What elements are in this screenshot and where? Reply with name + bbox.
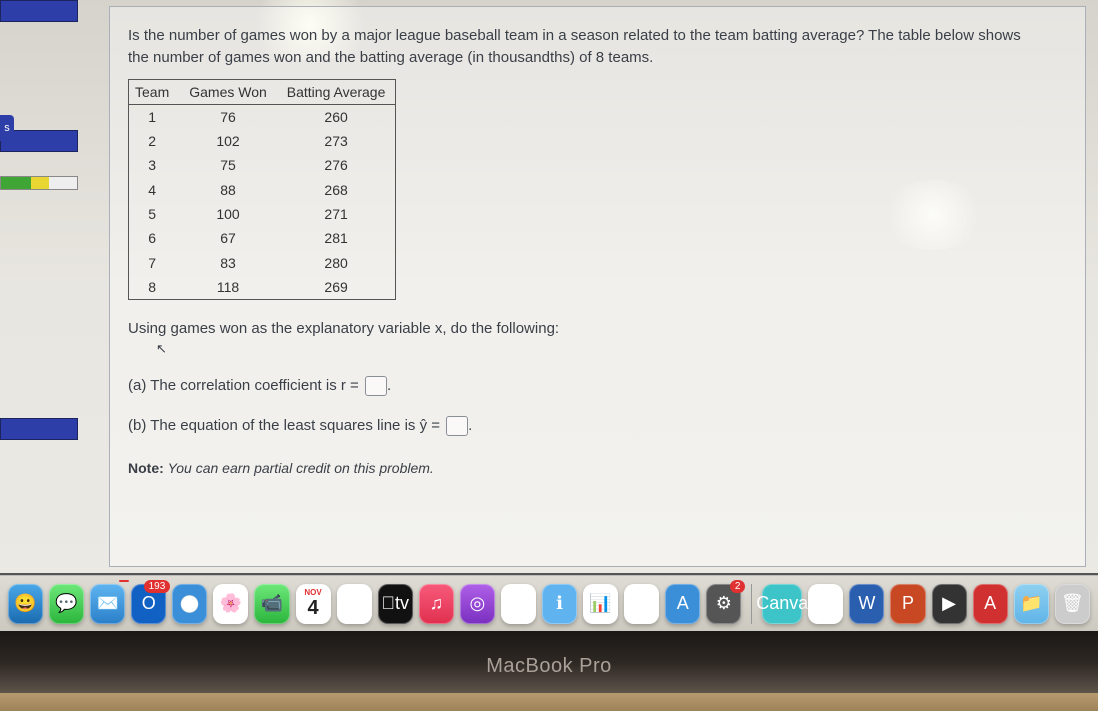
facetime-icon[interactable]: 📹 — [254, 584, 289, 624]
table-cell: 83 — [179, 251, 277, 275]
info-icon[interactable]: ℹ — [542, 584, 577, 624]
word-icon[interactable]: W — [849, 584, 884, 624]
table-cell: 100 — [179, 202, 277, 226]
table-cell: 67 — [179, 226, 277, 250]
calendar-icon[interactable]: NOV 4 — [296, 584, 331, 624]
table-cell: 268 — [277, 178, 396, 202]
table-cell: 276 — [277, 153, 396, 177]
table-row: 783280 — [129, 251, 396, 275]
finder-icon[interactable]: 😀 — [8, 584, 43, 624]
photos-icon[interactable]: 🌸 — [213, 584, 248, 624]
table-cell: 269 — [277, 275, 396, 300]
table-cell: 7 — [129, 251, 180, 275]
table-cell: 4 — [129, 178, 180, 202]
nav-block-1[interactable] — [0, 0, 78, 22]
microsoft-icon[interactable]: ▦ — [808, 584, 843, 624]
table-row: 8118269 — [129, 275, 396, 300]
trash-icon[interactable]: 🗑 — [1055, 584, 1090, 624]
table-row: 488268 — [129, 178, 396, 202]
table-cell: 3 — [129, 153, 180, 177]
answer-input-a[interactable] — [365, 376, 387, 396]
table-cell: 1 — [129, 104, 180, 129]
data-table: Team Games Won Batting Average 176260210… — [128, 79, 396, 301]
system-settings-icon[interactable]: ⚙ — [706, 584, 741, 624]
table-cell: 118 — [179, 275, 277, 300]
table-cell: 102 — [179, 129, 277, 153]
note-label: Note: — [128, 460, 164, 476]
table-row: 667281 — [129, 226, 396, 250]
table-row: 5100271 — [129, 202, 396, 226]
downloads-folder-icon[interactable]: 📁 — [1014, 584, 1049, 624]
table-cell: 5 — [129, 202, 180, 226]
table-cell: 76 — [179, 104, 277, 129]
problem-prompt: Is the number of games won by a major le… — [128, 25, 1065, 69]
desk-surface — [0, 693, 1098, 711]
table-cell: 260 — [277, 104, 396, 129]
canva-icon[interactable]: Canva — [762, 584, 802, 624]
browser-screen: s Is the number of games won by a major … — [0, 0, 1098, 575]
left-sidebar — [0, 0, 105, 573]
part-a: (a) The correlation coefficient is r = . — [128, 375, 1065, 397]
safari-icon[interactable] — [172, 584, 207, 624]
nav-block-3[interactable] — [0, 418, 78, 440]
acrobat-icon[interactable]: A — [973, 584, 1008, 624]
answer-input-b[interactable] — [446, 416, 468, 436]
instruction-line: Using games won as the explanatory varia… — [128, 318, 1065, 359]
table-row: 2102273 — [129, 129, 396, 153]
calendar-month: NOV — [304, 588, 321, 597]
prompt-line-2: the number of games won and the batting … — [128, 49, 653, 66]
dock-separator — [751, 584, 752, 624]
news-icon[interactable]: N — [501, 584, 536, 624]
col-games: Games Won — [179, 79, 277, 104]
note-text: You can earn partial credit on this prob… — [168, 460, 434, 476]
table-cell: 8 — [129, 275, 180, 300]
macos-dock: 😀 💬 ✉️ O 🌸 📹 NOV 4 ☰ tv ♫ ◎ N ℹ 📊 ✎ A ⚙… — [0, 575, 1098, 631]
table-cell: 280 — [277, 251, 396, 275]
instruction-text: Using games won as the explanatory varia… — [128, 320, 559, 337]
podcasts-icon[interactable]: ◎ — [460, 584, 495, 624]
cursor-icon: ↖ — [156, 340, 1065, 359]
col-batting: Batting Average — [277, 79, 396, 104]
part-a-text: (a) The correlation coefficient is r = — [128, 377, 359, 394]
part-b-text: (b) The equation of the least squares li… — [128, 417, 440, 434]
progress-bar — [0, 176, 78, 190]
table-header-row: Team Games Won Batting Average — [129, 79, 396, 104]
appstore-icon[interactable]: A — [665, 584, 700, 624]
table-cell: 88 — [179, 178, 277, 202]
outlook-icon[interactable]: O — [131, 584, 166, 624]
messages-icon[interactable]: 💬 — [49, 584, 84, 624]
music-icon[interactable]: ♫ — [419, 584, 454, 624]
table-row: 176260 — [129, 104, 396, 129]
prompt-line-1: Is the number of games won by a major le… — [128, 27, 1021, 44]
powerpoint-icon[interactable]: P — [890, 584, 925, 624]
calendar-day: 4 — [308, 597, 319, 620]
numbers-icon[interactable]: 📊 — [583, 584, 618, 624]
table-cell: 6 — [129, 226, 180, 250]
table-cell: 2 — [129, 129, 180, 153]
table-row: 375276 — [129, 153, 396, 177]
device-label: MacBook Pro — [486, 655, 612, 678]
mail-icon[interactable]: ✉️ — [90, 584, 125, 624]
part-b: (b) The equation of the least squares li… — [128, 415, 1065, 437]
side-tab[interactable]: s — [0, 115, 14, 141]
appletv-icon[interactable]: tv — [378, 584, 413, 624]
note-line: Note: You can earn partial credit on thi… — [128, 458, 1065, 478]
table-cell: 271 — [277, 202, 396, 226]
table-cell: 273 — [277, 129, 396, 153]
reminders-icon[interactable]: ☰ — [337, 584, 372, 624]
pages-icon[interactable]: ✎ — [624, 584, 659, 624]
table-cell: 75 — [179, 153, 277, 177]
col-team: Team — [129, 79, 180, 104]
keynote-icon[interactable]: ▶ — [932, 584, 967, 624]
problem-panel: Is the number of games won by a major le… — [109, 6, 1086, 567]
table-cell: 281 — [277, 226, 396, 250]
